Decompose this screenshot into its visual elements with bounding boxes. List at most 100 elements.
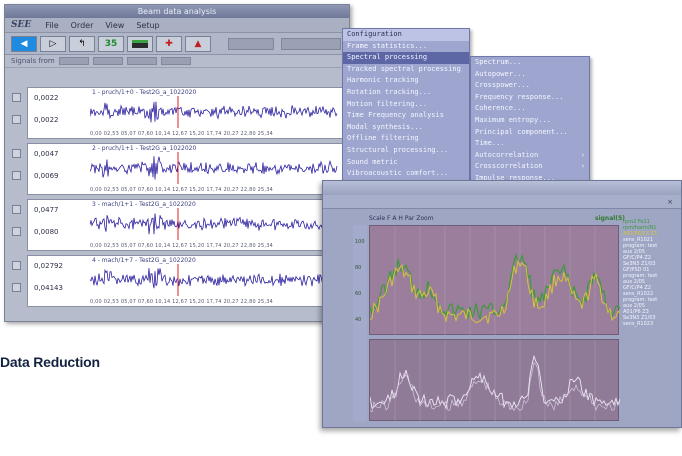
filter-label: Signals from [11,57,55,65]
submenu-arrow-icon: › [580,150,585,159]
spectral-submenu-item[interactable]: Autocorrelation › [471,150,589,162]
analysis-menu-item[interactable]: Sound metric [343,157,469,169]
spectral-submenu-item[interactable]: Crosscorrelation › [471,161,589,173]
signal-label: signal(5) [595,215,625,222]
legend-entry: sens_R1023 [623,321,654,327]
channel-time-ticks: 0,00 02,53 05,07 07,60 10,14 12,67 15,20… [90,131,273,137]
waveform-svg [90,152,338,184]
y-tick-label: 80 [355,265,362,271]
menu-order[interactable]: Order [71,21,94,30]
analysis-menu-item-label: Time Frequency analysis [347,111,444,120]
analysis-menu-item-label: Modal synthesis... [347,122,423,131]
spectral-submenu-item[interactable]: Coherence... [471,103,589,115]
menu-view[interactable]: View [105,21,124,30]
analysis-menu-item-label: Spectral processing [347,53,428,62]
channel-time-ticks: 0,00 02,53 05,07 07,60 10,14 12,67 15,20… [90,187,273,193]
channel-select-checkbox[interactable] [12,261,21,270]
plot-toolbar-label[interactable]: Scale F A H Par Zoom [369,215,434,222]
marker-icon[interactable]: ✚ [156,35,182,52]
channel-name: 1 - pruch/1+0 - Test2G_a_1022020 [92,89,197,96]
channel-trace[interactable]: 0,0047 0,0069 2 - pruch/1+1 - Test2G_a_102… [27,143,343,195]
spectral-submenu-item-label: Principal component... [475,127,568,136]
record-icon[interactable]: ▲ [185,35,211,52]
channel-list: 0,0022 0,0022 1 - pruch/1+0 - Test2G_a_102… [9,87,347,311]
caption: Data Reduction [0,354,100,370]
channel-count-button[interactable]: 35 [98,35,124,52]
analysis-menu-item[interactable]: Modal synthesis... [343,122,469,134]
filter-input-1[interactable] [58,57,89,65]
y-axis: 100 80 60 40 [353,225,367,421]
channel-select-checkbox[interactable] [12,93,21,102]
analysis-menu-item[interactable]: Motion filtering... [343,99,469,111]
spectral-submenu-item[interactable]: Maximum entropy... [471,115,589,127]
waveform-line [90,268,338,289]
channel-row: 0,0047 0,0069 2 - pruch/1+1 - Test2G_a_102… [9,143,347,195]
curve-icon[interactable]: ↰ [69,35,95,52]
channel-lock-checkbox[interactable] [12,171,21,180]
analysis-menu-item[interactable]: Rotation tracking... [343,87,469,99]
spectral-submenu-item[interactable]: Autopower... [471,69,589,81]
channel-row: 0,0022 0,0022 1 - pruch/1+0 - Test2G_a_102… [9,87,347,139]
channel-select-checkbox[interactable] [12,149,21,158]
spectral-submenu-item[interactable]: Crosspower... [471,80,589,92]
channel-ymax: 0,0047 [34,150,59,158]
channel-trace[interactable]: 0,02792 0,04143 4 - mach/1+7 - Test2G_a_10… [27,255,343,307]
spectral-submenu-item[interactable]: Principal component... [471,127,589,139]
spectrum-menubar: × [323,195,681,209]
channel-time-ticks: 0,00 02,53 05,07 07,60 10,14 12,67 15,20… [90,243,273,249]
channel-name: 2 - pruch/1+1 - Test2G_a_1022020 [92,145,197,152]
analysis-menu-item-label: Configuration [347,30,402,38]
spectral-submenu-item-label: Spectrum... [475,58,522,66]
analysis-menu-item-label: Structural processing... [347,145,449,154]
position-field[interactable] [281,37,341,50]
waveform-svg [90,96,338,128]
channel-trace[interactable]: 0,0022 0,0022 1 - pruch/1+0 - Test2G_a_102… [27,87,343,139]
menu-file[interactable]: File [45,21,58,30]
channel-row: 0,0477 0,0080 3 - mach/1+1 - Test2G_a_1022… [9,199,347,251]
spectral-submenu-item-label: Crosscorrelation [475,162,543,171]
menu-setup[interactable]: Setup [136,21,159,30]
analysis-menu-item[interactable]: Structural processing... [343,145,469,157]
submenu-arrow-icon: › [580,162,585,171]
waveform-window: Beam data analysis SEE File Order View S… [4,4,350,322]
channel-ymax: 0,02792 [34,262,63,270]
plot-toolbar: Scale F A H Par Zoom signal(5) [369,215,625,222]
filter-input-3[interactable] [126,57,157,65]
channel-ymin: 0,0022 [34,116,59,124]
analysis-menu-item-label: Harmonic tracking [347,76,419,85]
analysis-menu-item[interactable]: Time Frequency analysis [343,110,469,122]
filter-input-2[interactable] [92,57,123,65]
channel-lock-checkbox[interactable] [12,227,21,236]
analysis-menu-item-label: Rotation tracking... [347,87,432,96]
spectrum-window: × Scale F A H Par Zoom signal(5) 100 80 60… [322,180,682,428]
channel-lock-checkbox[interactable] [12,283,21,292]
display-icon[interactable] [127,35,153,52]
analysis-menu-item[interactable]: Spectral processing [343,52,469,64]
menu-bar: SEE File Order View Setup [5,18,349,33]
zoom-field[interactable] [228,37,274,50]
analysis-menu-item[interactable]: Frame statistics... [343,41,469,53]
analysis-menu-item-label: Offline filtering [347,134,419,143]
filter-input-4[interactable] [160,57,191,65]
spectrum-plot-bottom[interactable] [369,339,621,422]
close-icon[interactable]: × [667,198,673,206]
forward-arrow-icon[interactable]: ▷ [40,35,66,52]
spectral-submenu-item[interactable]: Time... [471,138,589,150]
spectral-submenu-item[interactable]: Spectrum... [471,57,589,69]
channel-select-checkbox[interactable] [12,205,21,214]
channel-trace[interactable]: 0,0477 0,0080 3 - mach/1+1 - Test2G_a_1022… [27,199,343,251]
channel-lock-checkbox[interactable] [12,115,21,124]
analysis-menu-item[interactable]: Configuration [343,29,469,41]
spectrum-plot-top[interactable] [369,225,621,336]
spectral-submenu-item[interactable]: Frequency response... [471,92,589,104]
spectral-submenu-item-label: Frequency response... [475,92,564,101]
analysis-menu-item[interactable]: Vibroacoustic comfort... [343,168,469,180]
analysis-menu-item-label: Motion filtering... [347,99,428,108]
window-title: Beam data analysis [5,5,349,18]
analysis-menu-item-label: Frame statistics... [347,41,428,50]
analysis-menu-item[interactable]: Tracked spectral processing [343,64,469,76]
filter-bar: Signals from [5,55,349,68]
analysis-menu-item[interactable]: Offline filtering [343,133,469,145]
analysis-menu-item[interactable]: Harmonic tracking [343,75,469,87]
back-arrow-icon[interactable]: ◀ [11,35,37,52]
